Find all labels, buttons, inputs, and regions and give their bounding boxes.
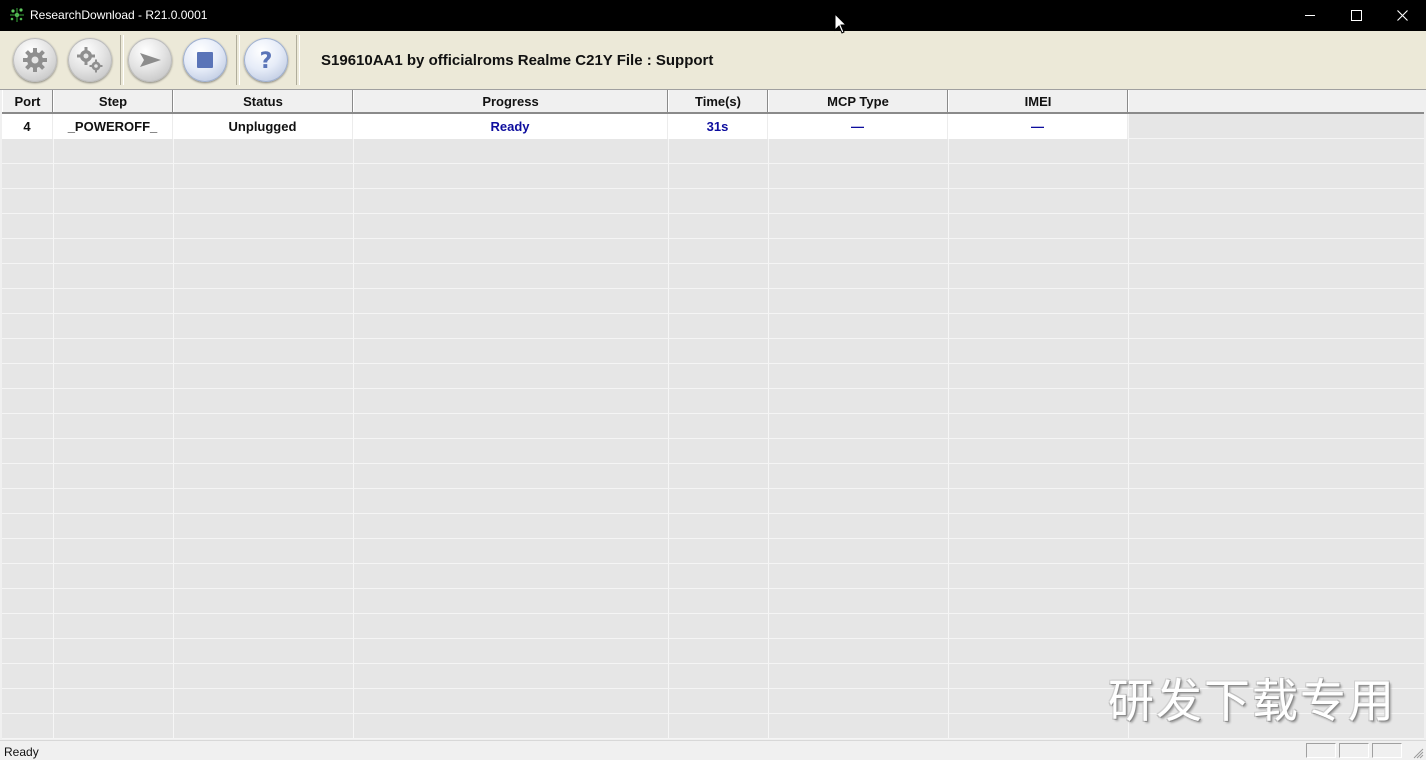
maximize-button[interactable] (1333, 0, 1379, 31)
port-status-grid[interactable]: Port Step Status Progress Time(s) MCP Ty… (2, 90, 1424, 739)
toolbar-separator (296, 35, 300, 85)
app-icon (10, 8, 24, 22)
column-header-time[interactable]: Time(s) (668, 90, 768, 112)
cell-status: Unplugged (173, 114, 353, 139)
status-pane (1339, 743, 1369, 758)
minimize-button[interactable] (1287, 0, 1333, 31)
column-header-status[interactable]: Status (173, 90, 353, 112)
stop-download-button[interactable] (183, 38, 227, 82)
close-button[interactable] (1379, 0, 1425, 31)
toolbar: ? S19610AA1 by officialroms Realme C21Y … (0, 31, 1426, 90)
research-download-window: ResearchDownload - R21.0.0001 ? S19610AA… (0, 0, 1426, 760)
column-header-imei[interactable]: IMEI (948, 90, 1128, 112)
mouse-cursor-icon (834, 13, 848, 34)
status-text: Ready (4, 745, 39, 759)
gears-icon (77, 47, 103, 73)
column-header-progress[interactable]: Progress (353, 90, 668, 112)
gear-icon (23, 48, 47, 72)
play-arrow-icon (140, 53, 161, 67)
watermark-text: 研发下载专用 (1108, 674, 1396, 728)
stop-square-icon (197, 52, 213, 68)
title-bar[interactable]: ResearchDownload - R21.0.0001 (0, 0, 1426, 31)
cell-imei: — (948, 114, 1128, 139)
column-header-step[interactable]: Step (53, 90, 173, 112)
resize-grip-icon[interactable] (1412, 747, 1424, 759)
svg-text:?: ? (260, 49, 273, 74)
cell-mcp-type: — (768, 114, 948, 139)
close-icon (1396, 10, 1408, 21)
help-button[interactable]: ? (244, 38, 288, 82)
maximize-icon (1350, 10, 1362, 21)
cell-port: 4 (2, 114, 53, 139)
cell-progress: Ready (353, 114, 668, 139)
cell-step: _POWEROFF_ (53, 114, 173, 139)
column-header-port[interactable]: Port (2, 90, 53, 112)
status-bar: Ready (0, 740, 1426, 760)
cell-time: 31s (668, 114, 768, 139)
minimize-icon (1304, 15, 1315, 16)
start-download-button[interactable] (128, 38, 172, 82)
table-row[interactable]: 4 _POWEROFF_ Unplugged Ready 31s — — (2, 114, 1128, 139)
column-header-filler (1128, 90, 1424, 112)
load-packet-button[interactable] (13, 38, 57, 82)
settings-button[interactable] (68, 38, 112, 82)
status-pane (1306, 743, 1336, 758)
window-title: ResearchDownload - R21.0.0001 (30, 8, 208, 22)
status-pane (1372, 743, 1402, 758)
question-icon: ? (260, 49, 273, 74)
toolbar-separator (236, 35, 240, 85)
packet-title: S19610AA1 by officialroms Realme C21Y Fi… (321, 52, 714, 69)
column-header-mcp-type[interactable]: MCP Type (768, 90, 948, 112)
toolbar-separator (120, 35, 124, 85)
grid-header: Port Step Status Progress Time(s) MCP Ty… (2, 90, 1424, 114)
